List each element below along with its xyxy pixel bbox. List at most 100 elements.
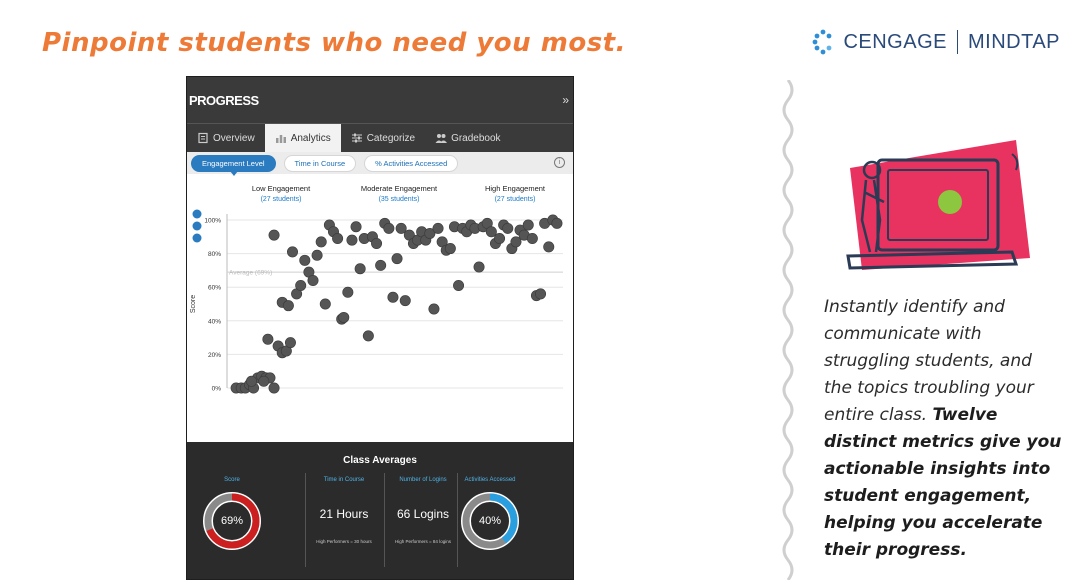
brand-mindtap: MINDTAP [967, 30, 1060, 53]
pill-activities-accessed[interactable]: % Activities Accessed [364, 154, 459, 172]
zoom-control-icon [192, 209, 202, 219]
student-point [268, 382, 280, 394]
student-point [535, 288, 547, 300]
y-tick-label: 20% [208, 352, 221, 359]
wavy-divider [782, 80, 794, 580]
student-point [387, 291, 399, 303]
tab-overview[interactable]: Overview [187, 124, 265, 152]
pill-engagement-level[interactable]: Engagement Level [191, 154, 276, 176]
student-point [485, 226, 497, 238]
engagement-scatter-chart: Low Engagement (27 students) Moderate Enga… [190, 184, 563, 394]
student-point [287, 246, 299, 258]
student-point [307, 274, 319, 286]
student-point [453, 280, 465, 292]
student-point [543, 241, 555, 253]
panel-header: PROGRESS » [187, 77, 573, 123]
bar-chart-icon [275, 135, 286, 143]
engagement-group-label: High Engagement [485, 184, 546, 193]
student-point [432, 222, 444, 234]
description-normal: Instantly identify and communicate with … [824, 297, 1034, 425]
student-point [342, 286, 354, 298]
score-value: 69% [220, 515, 244, 527]
page-title: Pinpoint students who need you most. [42, 28, 626, 58]
tab-label: Gradebook [451, 132, 501, 144]
logins-footer: High Performers = 84 logins [395, 539, 451, 544]
student-point [383, 222, 395, 234]
pill-time-in-course[interactable]: Time in Course [283, 154, 357, 172]
student-point [282, 300, 294, 312]
engagement-group-count: (35 students) [379, 196, 420, 203]
y-tick-label: 0% [212, 386, 222, 393]
metric-activities: Activities Accessed 40% [453, 469, 527, 569]
tab-label: Overview [213, 132, 255, 144]
info-icon[interactable]: i [554, 157, 565, 168]
zoom-control-icon [192, 233, 202, 243]
student-point [375, 259, 387, 271]
metric-label: Number of Logins [399, 477, 447, 483]
panel-title: PROGRESS [189, 92, 259, 108]
student-point [362, 330, 374, 342]
score-donut: 69% [202, 491, 262, 551]
tab-analytics[interactable]: Analytics [264, 124, 341, 152]
student-point [526, 232, 538, 244]
student-point [444, 243, 456, 255]
student-point [338, 311, 350, 323]
student-point [350, 221, 362, 233]
student-point [473, 261, 485, 273]
divider [305, 473, 306, 567]
people-icon [435, 134, 448, 143]
student-point [262, 333, 274, 345]
tab-categorize[interactable]: Categorize [341, 124, 425, 152]
metric-time: Time in Course 21 Hours High Performers … [307, 469, 381, 569]
y-tick-label: 80% [208, 251, 221, 258]
student-point [284, 337, 296, 349]
description-bold: Twelve distinct metrics give you actiona… [824, 405, 1062, 560]
class-averages: Class Averages Score 69% Time in Course … [187, 443, 573, 579]
logins-value: 66 Logins [396, 507, 450, 521]
student-point [311, 249, 323, 261]
student-point [395, 222, 407, 234]
y-axis-label: Score [190, 295, 197, 313]
student-point [354, 263, 366, 275]
tab-gradebook[interactable]: Gradebook [425, 124, 510, 152]
brand-logo: CENGAGE MINDTAP [809, 28, 1060, 56]
student-point [502, 222, 514, 234]
student-point [295, 280, 307, 292]
student-point [371, 238, 383, 250]
y-tick-label: 60% [208, 285, 221, 292]
engagement-group-count: (27 students) [261, 196, 302, 203]
student-point [494, 232, 506, 244]
student-point [315, 236, 327, 248]
cengage-logo-icon [813, 29, 832, 55]
student-point [319, 298, 331, 310]
y-tick-label: 100% [204, 218, 221, 225]
activities-donut: 40% [460, 491, 520, 551]
average-label: Average (69%) [229, 270, 272, 277]
student-point [522, 219, 534, 231]
student-point [510, 236, 522, 248]
student-point [299, 254, 311, 266]
student-point [258, 375, 270, 387]
brand-divider [956, 30, 958, 54]
divider [384, 473, 385, 567]
student-point [332, 232, 344, 244]
time-value: 21 Hours [319, 507, 369, 521]
y-tick-label: 40% [208, 318, 221, 325]
student-point [245, 375, 257, 387]
brand-cengage: CENGAGE [843, 30, 947, 53]
progress-panel: PROGRESS » Overview Analytics Categorize… [186, 76, 574, 580]
student-point [346, 234, 358, 246]
student-point [391, 253, 403, 265]
collapse-icon[interactable]: » [562, 93, 569, 107]
analytics-content: Engagement Level Time in Course % Activi… [187, 152, 573, 442]
tab-label: Analytics [290, 132, 331, 144]
engagement-group-label: Moderate Engagement [361, 184, 438, 193]
class-averages-title: Class Averages [343, 455, 417, 466]
green-dot-icon [938, 190, 962, 214]
metric-label: Time in Course [323, 477, 365, 483]
activities-value: 40% [478, 515, 502, 527]
description-text: Instantly identify and communicate with … [824, 294, 1064, 564]
student-point [551, 217, 563, 229]
tab-label: Categorize [366, 132, 416, 144]
student-point [428, 303, 440, 315]
